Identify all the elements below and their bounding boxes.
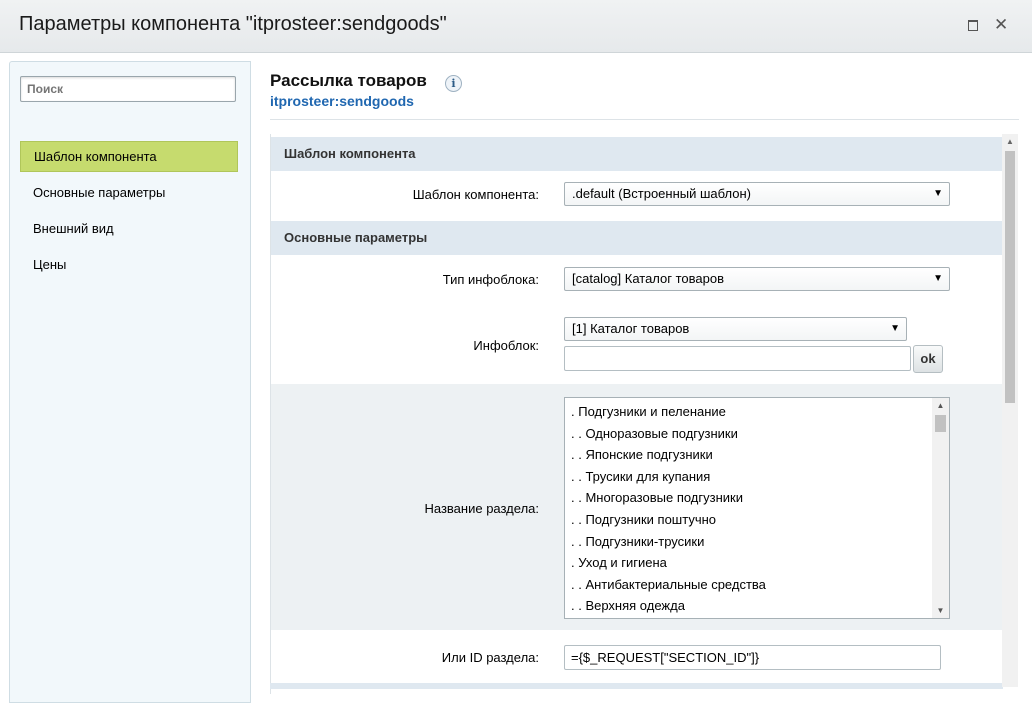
iblock-select[interactable]: [1] Каталог товаров ▼ (564, 317, 907, 341)
template-select[interactable]: .default (Встроенный шаблон) ▼ (564, 182, 950, 206)
content-scrollbar[interactable]: ▲ (1002, 134, 1018, 687)
list-item[interactable]: . . Верхняя одежда (571, 598, 685, 613)
params-panel: Шаблон компонента Шаблон компонента: .de… (270, 134, 1004, 694)
section-header-basic: Основные параметры (271, 221, 1004, 255)
section-id-input[interactable]: ={$_REQUEST["SECTION_ID"]} (564, 645, 941, 670)
divider (270, 119, 1019, 120)
template-label: Шаблон компонента: (412, 187, 539, 202)
chevron-down-icon: ▼ (933, 273, 943, 284)
scroll-up-icon[interactable]: ▲ (932, 398, 949, 413)
list-item[interactable]: . . Японские подгузники (571, 447, 713, 462)
list-item[interactable]: . . Одноразовые подгузники (571, 426, 738, 441)
chevron-down-icon: ▼ (933, 188, 943, 199)
iblock-type-select[interactable]: [catalog] Каталог товаров ▼ (564, 267, 950, 291)
iblock-value: [1] Каталог товаров (572, 321, 690, 336)
chevron-down-icon: ▼ (890, 323, 900, 334)
iblock-type-label: Тип инфоблока: (442, 272, 539, 287)
list-item[interactable]: . . Антибактериальные средства (571, 577, 766, 592)
main-content: Рассылка товаров i itprosteer:sendgoods … (250, 52, 1032, 694)
list-item[interactable]: . Уход и гигиена (571, 555, 667, 570)
section-header-template: Шаблон компонента (271, 137, 1004, 171)
next-section-header (270, 683, 1003, 689)
maximize-icon[interactable] (966, 18, 980, 32)
sidebar: Шаблон компонента Основные параметры Вне… (9, 61, 251, 703)
listbox-scrollbar[interactable]: ▲ ▼ (932, 398, 949, 618)
component-code: itprosteer:sendgoods (270, 93, 414, 109)
listbox-scroll-thumb[interactable] (935, 415, 946, 432)
iblock-id-input[interactable] (564, 346, 911, 371)
section-name-listbox[interactable]: . Подгузники и пеленание . . Одноразовые… (564, 397, 950, 619)
page-title: Рассылка товаров (270, 71, 427, 90)
close-icon[interactable]: ✕ (994, 16, 1008, 33)
section-name-label: Название раздела: (424, 501, 539, 516)
section-id-label: Или ID раздела: (441, 650, 539, 665)
scroll-down-icon[interactable]: ▼ (932, 603, 949, 618)
list-item[interactable]: . Подгузники и пеленание (571, 404, 726, 419)
title-bar[interactable]: Параметры компонента "itprosteer:sendgoo… (0, 0, 1032, 53)
window-title: Параметры компонента "itprosteer:sendgoo… (19, 13, 447, 35)
list-item[interactable]: . . Подгузники-трусики (571, 534, 704, 549)
component-params-dialog: Параметры компонента "itprosteer:sendgoo… (0, 0, 1032, 703)
list-item[interactable]: . . Подгузники поштучно (571, 512, 716, 527)
sidebar-item-appearance[interactable]: Внешний вид (20, 213, 238, 244)
scroll-up-icon[interactable]: ▲ (1002, 134, 1018, 149)
list-item[interactable]: . . Многоразовые подгузники (571, 490, 743, 505)
iblock-label: Инфоблок: (473, 338, 539, 353)
content-scroll-thumb[interactable] (1005, 151, 1015, 403)
iblock-type-value: [catalog] Каталог товаров (572, 271, 725, 286)
sidebar-item-basic-params[interactable]: Основные параметры (20, 177, 238, 208)
search-input[interactable] (20, 76, 236, 102)
sidebar-item-template[interactable]: Шаблон компонента (20, 141, 238, 172)
info-icon[interactable]: i (445, 75, 462, 92)
template-select-value: .default (Встроенный шаблон) (572, 186, 751, 201)
list-item[interactable]: . . Трусики для купания (571, 469, 710, 484)
sidebar-item-prices[interactable]: Цены (20, 249, 238, 280)
ok-button[interactable]: ok (913, 345, 943, 373)
